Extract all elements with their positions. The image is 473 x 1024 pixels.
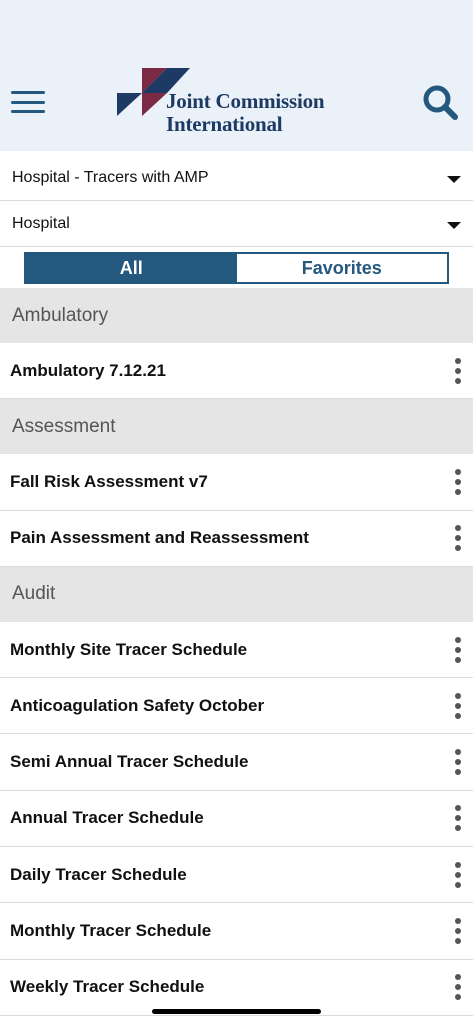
list-item[interactable]: Ambulatory 7.12.21 <box>0 343 473 400</box>
list-item-title: Monthly Tracer Schedule <box>10 921 212 941</box>
app-header: Joint Commission International <box>0 0 473 151</box>
jci-logo: Joint Commission International <box>117 68 357 138</box>
more-options-icon[interactable] <box>453 468 463 495</box>
more-options-icon[interactable] <box>453 861 463 888</box>
chevron-down-icon <box>447 222 461 229</box>
setting-select-value: Hospital <box>12 215 70 232</box>
list-item-title: Weekly Tracer Schedule <box>10 977 205 997</box>
more-options-icon[interactable] <box>453 692 463 719</box>
hamburger-menu-icon[interactable] <box>11 91 45 113</box>
chevron-down-icon <box>447 176 461 183</box>
program-select-value: Hospital - Tracers with AMP <box>12 169 209 186</box>
search-icon[interactable] <box>420 82 460 122</box>
list-item-title: Monthly Site Tracer Schedule <box>10 639 248 659</box>
more-options-icon[interactable] <box>453 918 463 945</box>
home-indicator[interactable] <box>152 1009 321 1014</box>
list-item[interactable]: Annual Tracer Schedule <box>0 790 473 848</box>
list-item[interactable]: Fall Risk Assessment v7 <box>0 454 473 511</box>
list-item[interactable]: Semi Annual Tracer Schedule <box>0 734 473 791</box>
list-item-title: Pain Assessment and Reassessment <box>10 528 309 548</box>
section-header: Assessment <box>0 399 473 455</box>
logo-line1: Joint Commission <box>166 89 325 113</box>
more-options-icon[interactable] <box>453 357 463 384</box>
list-item-title: Daily Tracer Schedule <box>10 864 187 884</box>
filter-segmented-control: All Favorites <box>24 252 449 284</box>
list-item-title: Fall Risk Assessment v7 <box>10 471 208 491</box>
list-item-title: Anticoagulation Safety October <box>10 695 265 715</box>
list-item-title: Ambulatory 7.12.21 <box>10 360 166 380</box>
list-item-title: Annual Tracer Schedule <box>10 808 204 828</box>
section-header: Audit <box>0 566 473 622</box>
more-options-icon[interactable] <box>453 974 463 1001</box>
program-select[interactable]: Hospital - Tracers with AMP <box>0 155 473 201</box>
more-options-icon[interactable] <box>453 749 463 776</box>
more-options-icon[interactable] <box>453 525 463 552</box>
segment-favorites[interactable]: Favorites <box>236 254 447 282</box>
list-item[interactable]: Monthly Tracer Schedule <box>0 903 473 960</box>
logo-text: Joint Commission International <box>166 89 325 136</box>
more-options-icon[interactable] <box>453 636 463 663</box>
logo-line2: International <box>166 112 283 136</box>
setting-select[interactable]: Hospital <box>0 201 473 247</box>
tracer-list: Ambulatory Ambulatory 7.12.21 Assessment… <box>0 288 473 1016</box>
list-item[interactable]: Daily Tracer Schedule <box>0 847 473 904</box>
segment-all[interactable]: All <box>26 254 237 282</box>
list-item[interactable]: Anticoagulation Safety October <box>0 678 473 735</box>
list-item[interactable]: Pain Assessment and Reassessment <box>0 510 473 567</box>
list-item[interactable]: Monthly Site Tracer Schedule <box>0 621 473 679</box>
more-options-icon[interactable] <box>453 805 463 832</box>
list-item-title: Semi Annual Tracer Schedule <box>10 752 249 772</box>
list-item[interactable]: Weekly Tracer Schedule <box>0 959 473 1016</box>
section-header: Ambulatory <box>0 288 473 343</box>
